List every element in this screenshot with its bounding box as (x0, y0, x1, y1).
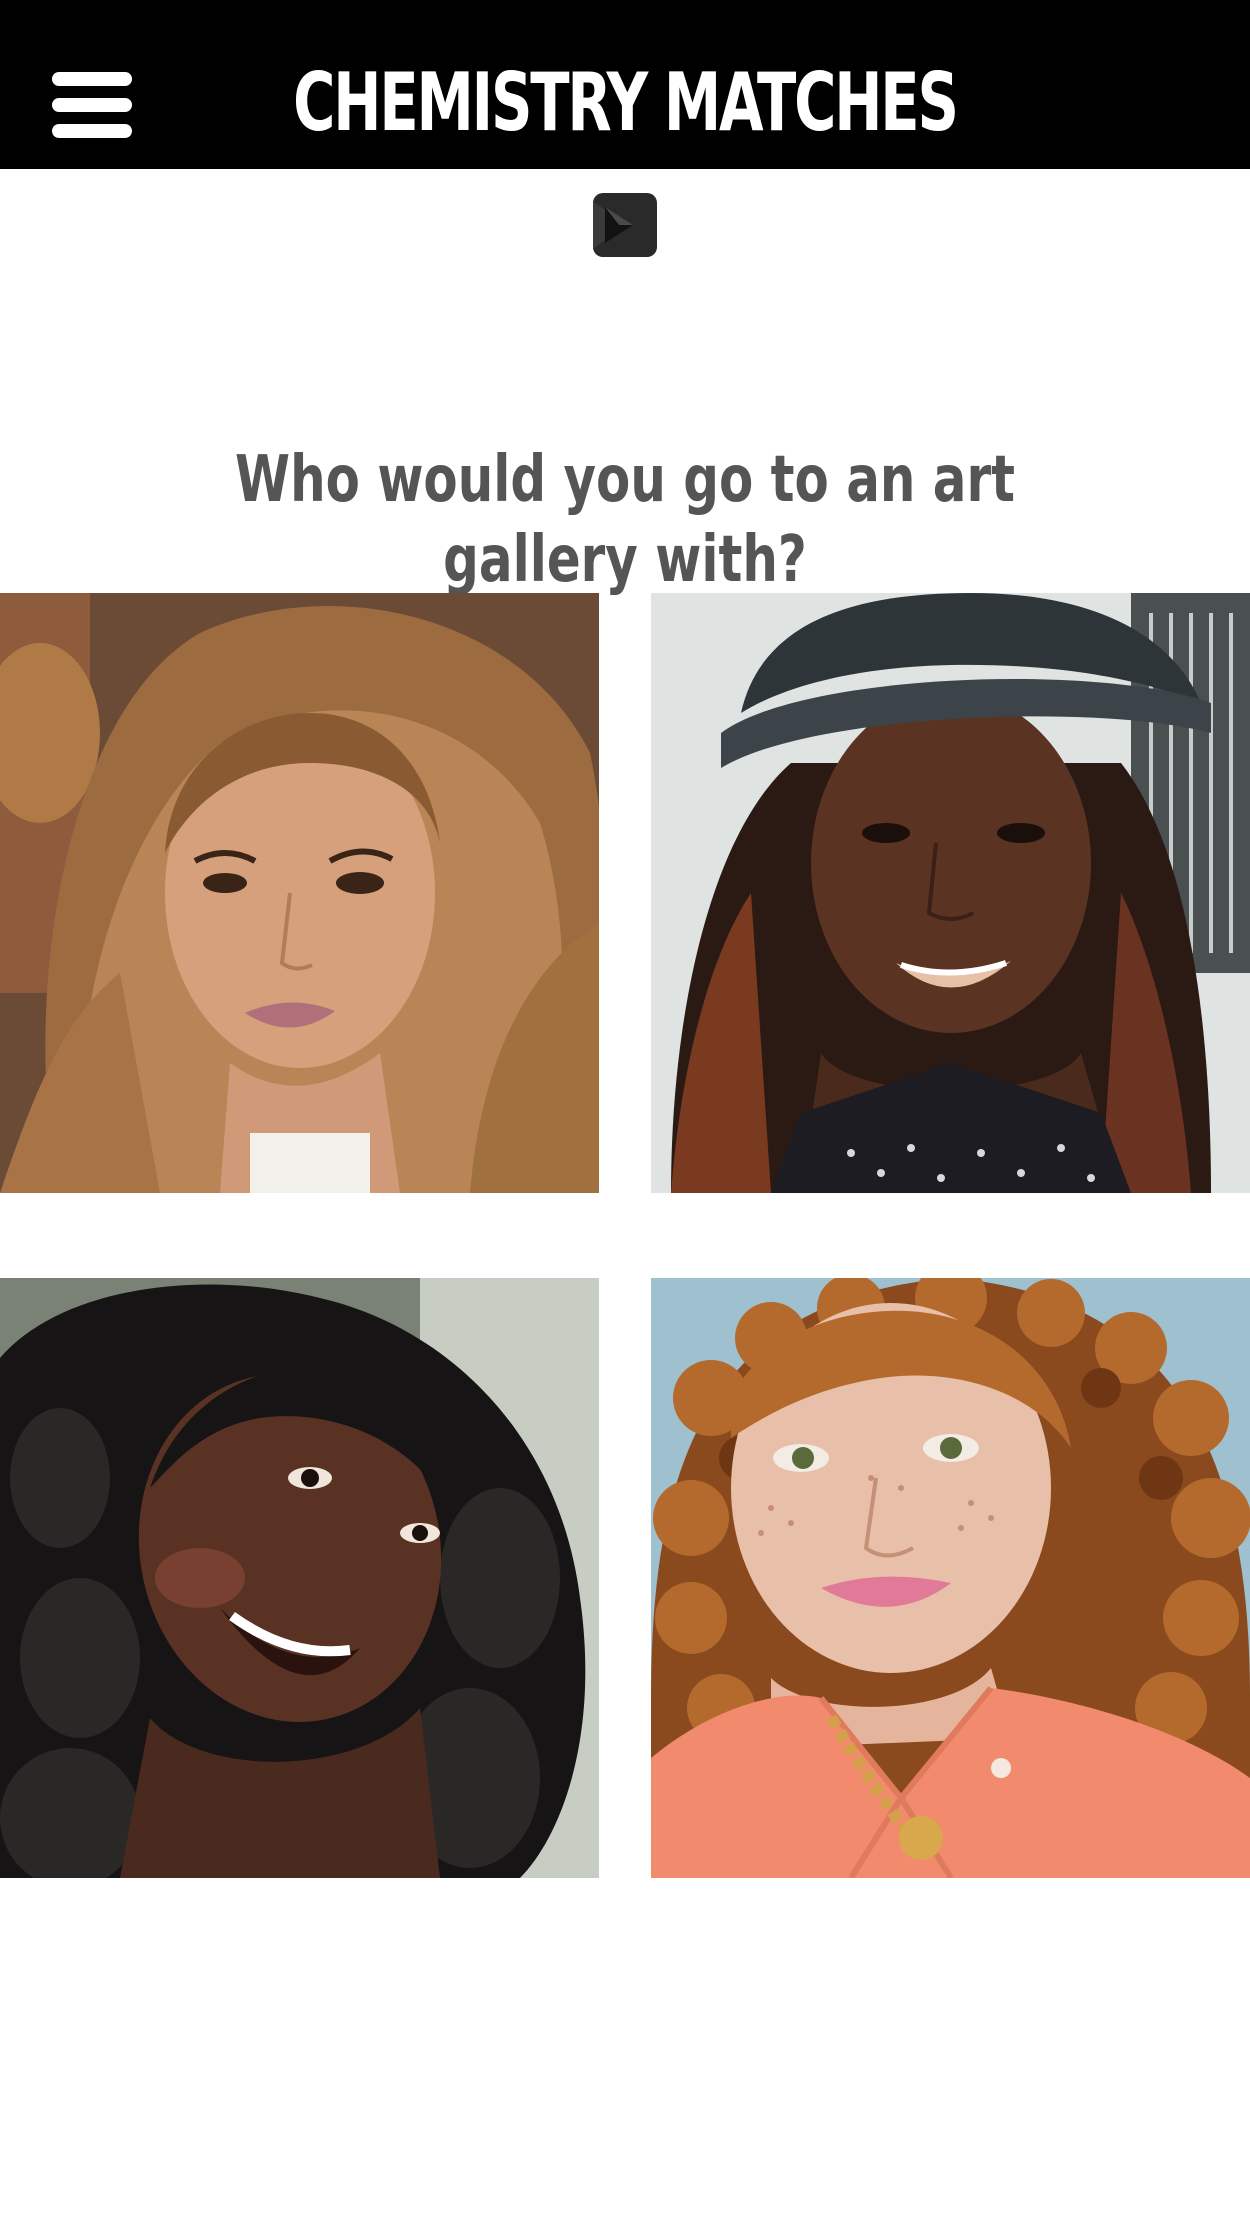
match-photo-2[interactable] (651, 593, 1250, 1193)
match-photo-3[interactable] (0, 1278, 599, 1878)
hamburger-menu-icon[interactable] (52, 72, 132, 138)
app-title: CHEMISTRY MATCHES (293, 56, 959, 149)
app-header: CHEMISTRY MATCHES (0, 0, 1250, 169)
question-text: Who would you go to an art gallery with? (235, 443, 1015, 597)
chevron-right-icon[interactable] (593, 193, 657, 257)
match-photo-1[interactable] (0, 593, 599, 1193)
match-photo-4[interactable] (651, 1278, 1250, 1878)
